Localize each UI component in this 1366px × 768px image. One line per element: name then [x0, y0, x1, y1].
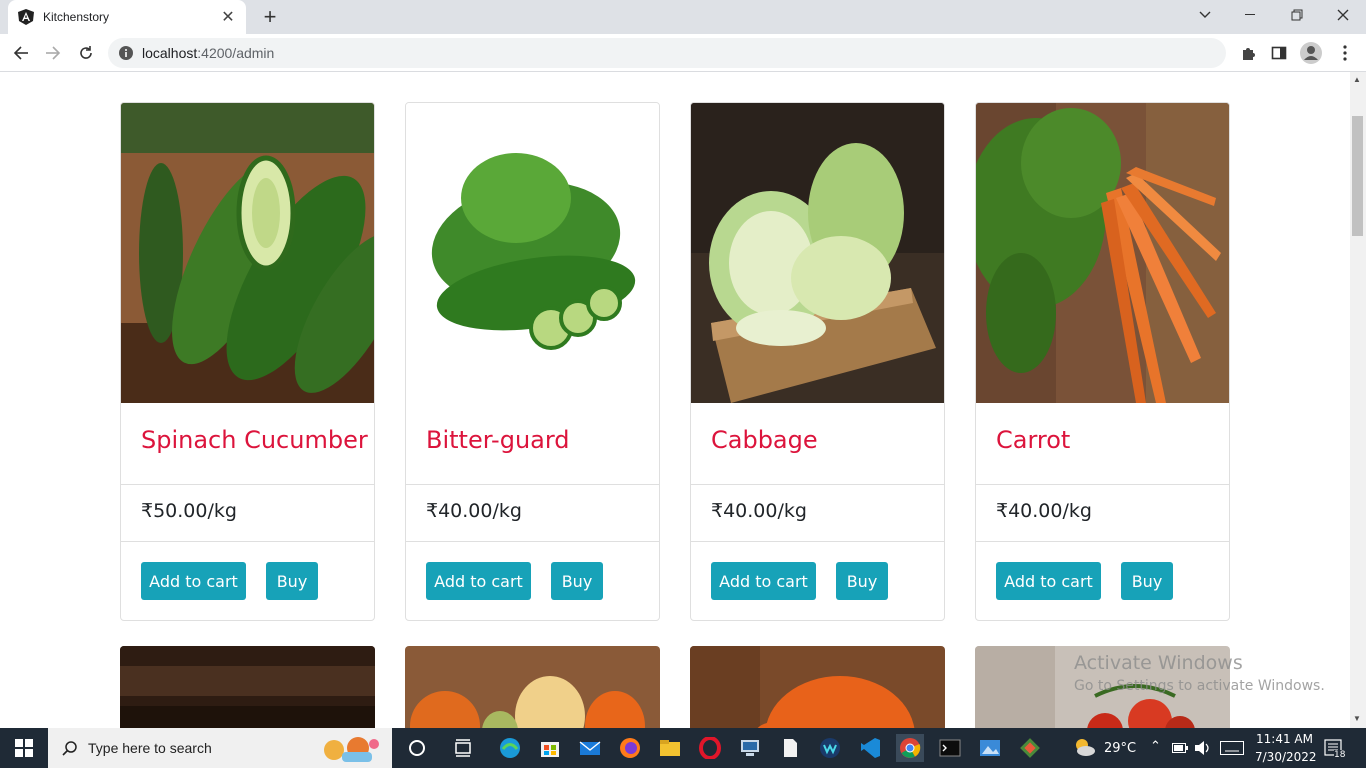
product-image	[690, 646, 945, 728]
task-view-icon[interactable]	[449, 734, 477, 762]
product-title: Carrot	[996, 426, 1071, 454]
clock-time[interactable]: 11:41 AM	[1256, 732, 1313, 746]
chrome-icon[interactable]	[896, 734, 924, 762]
watermark-subtitle: Go to Settings to activate Windows.	[1074, 678, 1325, 694]
new-tab-icon[interactable]: +	[258, 5, 282, 29]
product-card: Cabbage ₹40.00/kg Add to cart Buy	[690, 102, 945, 621]
product-image	[976, 103, 1229, 403]
edge-icon[interactable]	[496, 734, 524, 762]
terminal-icon[interactable]	[936, 734, 964, 762]
product-title: Spinach Cucumber	[141, 426, 368, 454]
product-card: Bitter-guard ₹40.00/kg Add to cart Buy	[405, 102, 660, 621]
watermark-title: Activate Windows	[1074, 652, 1243, 674]
cortana-icon[interactable]	[403, 734, 431, 762]
product-title: Bitter-guard	[426, 426, 570, 454]
page-content: Spinach Cucumber ₹50.00/kg Add to cart B…	[0, 72, 1350, 728]
product-card	[120, 646, 375, 728]
product-image	[405, 646, 660, 728]
add-to-cart-button[interactable]: Add to cart	[141, 562, 246, 600]
search-icon	[62, 741, 77, 756]
buy-button[interactable]: Buy	[266, 562, 318, 600]
angular-icon	[18, 9, 34, 25]
product-price: ₹40.00/kg	[711, 500, 807, 522]
url-host: localhost	[142, 45, 198, 61]
remote-desktop-icon[interactable]	[736, 734, 764, 762]
minimize-icon[interactable]	[1228, 0, 1274, 30]
windows-taskbar: Type here to search 29°C ⌃ 11:41 AM 7/30…	[0, 728, 1366, 768]
product-price: ₹50.00/kg	[141, 500, 237, 522]
scroll-down-icon[interactable]: ▼	[1353, 714, 1361, 723]
product-title: Cabbage	[711, 426, 818, 454]
notepad-icon[interactable]	[776, 734, 804, 762]
photos-icon[interactable]	[976, 734, 1004, 762]
menu-icon[interactable]	[1334, 42, 1356, 64]
windows-start-icon[interactable]	[0, 728, 48, 768]
product-card	[405, 646, 660, 728]
forward-icon[interactable]	[40, 40, 66, 66]
add-to-cart-button[interactable]: Add to cart	[426, 562, 531, 600]
back-icon[interactable]	[8, 40, 34, 66]
scroll-thumb[interactable]	[1352, 116, 1363, 236]
product-card: Spinach Cucumber ₹50.00/kg Add to cart B…	[120, 102, 375, 621]
buy-button[interactable]: Buy	[1121, 562, 1173, 600]
firefox-icon[interactable]	[616, 734, 644, 762]
add-to-cart-button[interactable]: Add to cart	[996, 562, 1101, 600]
volume-icon[interactable]	[1194, 740, 1212, 756]
product-card	[690, 646, 945, 728]
product-card: Carrot ₹40.00/kg Add to cart Buy	[975, 102, 1230, 621]
git-icon[interactable]	[1016, 734, 1044, 762]
search-placeholder: Type here to search	[88, 740, 212, 756]
taskbar-search-box[interactable]: Type here to search	[48, 728, 392, 768]
reload-icon[interactable]	[73, 40, 99, 66]
microsoft-store-icon[interactable]	[536, 734, 564, 762]
address-bar[interactable]: localhost:4200/admin	[108, 38, 1226, 68]
notification-count-badge: 18	[1334, 750, 1346, 760]
product-image	[121, 103, 374, 403]
browser-tab[interactable]: Kitchenstory ✕	[8, 0, 246, 34]
restore-icon[interactable]	[1274, 0, 1320, 30]
product-image	[406, 103, 659, 403]
buy-button[interactable]: Buy	[551, 562, 603, 600]
webex-icon[interactable]	[816, 734, 844, 762]
browser-tab-bar: Kitchenstory ✕ +	[0, 0, 1366, 34]
chevron-up-icon[interactable]: ⌃	[1150, 739, 1161, 754]
file-explorer-icon[interactable]	[656, 734, 684, 762]
side-panel-icon[interactable]	[1268, 42, 1290, 64]
vscode-icon[interactable]	[856, 734, 884, 762]
weather-temp[interactable]: 29°C	[1104, 741, 1136, 756]
product-price: ₹40.00/kg	[996, 500, 1092, 522]
buy-button[interactable]: Buy	[836, 562, 888, 600]
add-to-cart-button[interactable]: Add to cart	[711, 562, 816, 600]
mail-icon[interactable]	[576, 734, 604, 762]
weather-icon[interactable]	[1072, 736, 1096, 758]
product-image	[691, 103, 944, 403]
search-highlight-icon	[324, 737, 379, 762]
browser-toolbar: localhost:4200/admin	[0, 34, 1366, 72]
extensions-icon[interactable]	[1237, 42, 1259, 64]
tab-title: Kitchenstory	[43, 10, 110, 24]
scroll-up-icon[interactable]: ▲	[1353, 75, 1361, 84]
profile-avatar-icon[interactable]	[1300, 42, 1322, 64]
site-info-icon[interactable]	[118, 45, 134, 61]
url-path: :4200/admin	[197, 45, 275, 61]
close-window-icon[interactable]	[1320, 0, 1366, 30]
product-image	[120, 646, 375, 728]
opera-icon[interactable]	[696, 734, 724, 762]
product-price: ₹40.00/kg	[426, 500, 522, 522]
page-scrollbar[interactable]: ▲ ▼	[1350, 72, 1366, 728]
battery-icon[interactable]	[1172, 742, 1188, 754]
clock-date[interactable]: 7/30/2022	[1255, 750, 1317, 764]
activate-windows-watermark: Activate Windows Go to Settings to activ…	[1074, 652, 1325, 694]
keyboard-icon[interactable]	[1220, 741, 1244, 755]
tab-search-icon[interactable]	[1182, 0, 1228, 30]
close-tab-icon[interactable]: ✕	[220, 7, 236, 27]
